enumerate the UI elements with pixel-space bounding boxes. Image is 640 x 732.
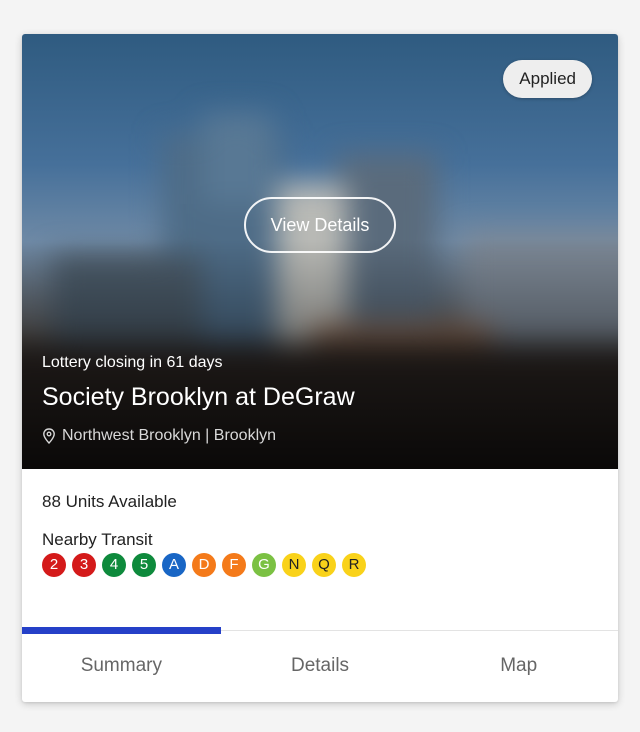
- applied-badge: Applied: [503, 60, 592, 98]
- subway-line-2-badge: 2: [42, 553, 66, 577]
- subway-line-r-badge: R: [342, 553, 366, 577]
- transit-lines: 2345ADFGNQR: [42, 553, 366, 577]
- subway-line-3-badge: 3: [72, 553, 96, 577]
- location-row: Northwest Brooklyn | Brooklyn: [42, 427, 276, 445]
- subway-line-d-badge: D: [192, 553, 216, 577]
- tab-bar: Summary Details Map: [22, 627, 618, 702]
- subway-line-4-badge: 4: [102, 553, 126, 577]
- map-pin-icon: [43, 428, 55, 444]
- nearby-transit-label: Nearby Transit: [42, 530, 153, 549]
- subway-line-f-badge: F: [222, 553, 246, 577]
- location-text: Northwest Brooklyn | Brooklyn: [62, 427, 277, 444]
- subway-line-n-badge: N: [282, 553, 306, 577]
- units-available: 88 Units Available: [42, 492, 177, 511]
- subway-line-a-badge: A: [162, 553, 186, 577]
- listing-card: Applied View Details Lottery closing in …: [22, 34, 618, 702]
- tab-summary[interactable]: Summary: [22, 627, 221, 702]
- subway-line-q-badge: Q: [312, 553, 336, 577]
- listing-title: Society Brooklyn at DeGraw: [42, 383, 355, 411]
- subway-line-5-badge: 5: [132, 553, 156, 577]
- tab-map[interactable]: Map: [419, 631, 618, 702]
- hero-image: Applied View Details Lottery closing in …: [22, 34, 618, 469]
- view-details-button[interactable]: View Details: [244, 197, 396, 253]
- subway-line-g-badge: G: [252, 553, 276, 577]
- lottery-status: Lottery closing in 61 days: [42, 354, 223, 371]
- tab-details[interactable]: Details: [221, 631, 420, 702]
